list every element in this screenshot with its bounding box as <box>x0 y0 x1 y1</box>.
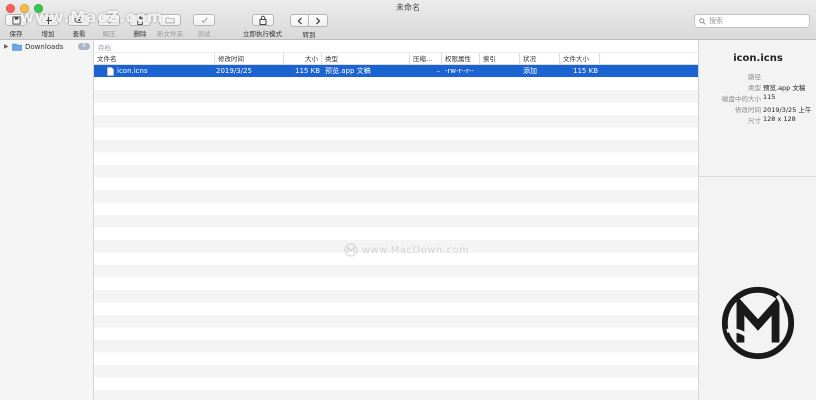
sidebar-count-badge: 0 <box>78 43 90 50</box>
disclosure-triangle-icon[interactable]: ▶ <box>4 43 11 50</box>
inspector-value: 128 x 128 <box>763 115 796 123</box>
inspector-row-path: 路径 <box>699 71 816 82</box>
chevron-left-icon <box>297 17 302 24</box>
instant-mode-button[interactable]: 立即执行模式 <box>243 14 282 38</box>
column-header-status[interactable]: 状况 <box>520 53 560 65</box>
back-button[interactable] <box>290 14 309 27</box>
inspector-key: 路径 <box>748 73 761 81</box>
file-file-size: 115 KB <box>573 67 598 75</box>
sidebar: ▶ Downloads 0 <box>0 40 94 400</box>
goto-control: 转到 <box>290 14 328 39</box>
extract-label: 解压 <box>102 30 116 38</box>
new-folder-label: 新文件夹 <box>157 30 183 38</box>
column-header-type[interactable]: 类型 <box>322 53 410 65</box>
file-compressed: – <box>436 67 441 75</box>
column-header-permissions[interactable]: 权限属性 <box>442 53 480 65</box>
column-header-name[interactable]: 文件名 <box>94 53 215 65</box>
chevron-right-icon <box>316 17 321 24</box>
inspector-divider <box>699 176 816 177</box>
lock-icon <box>251 14 274 26</box>
search-field[interactable] <box>694 14 810 28</box>
file-modified: 2019/3/25 <box>216 67 252 75</box>
sidebar-item-label: Downloads <box>25 42 64 51</box>
file-icon <box>107 65 114 77</box>
file-list: icon.icns 2019/3/25 115 KB 预览.app 文稿 – -… <box>94 65 698 400</box>
add-label: 增加 <box>41 30 55 38</box>
inspector-panel: icon.icns 路径 类型 预览.app 文稿 磁盘中的大小 115 修改时… <box>698 40 816 400</box>
table-header: 文件名 修改时间 大小 类型 压缩... 权限属性 索引 状况 文件大小 <box>94 52 698 65</box>
folder-icon <box>12 43 22 51</box>
file-index <box>483 65 519 77</box>
file-browser: 存档 文件名 修改时间 大小 类型 压缩... 权限属性 索引 状况 文件大小 … <box>94 40 698 400</box>
delete-label: 删除 <box>133 30 147 38</box>
inspector-row-type: 类型 预览.app 文稿 <box>699 82 816 93</box>
watermark-text: www.MacDown.com <box>362 244 470 256</box>
brand-logo-icon <box>721 286 795 360</box>
test-button[interactable]: 测试 <box>193 14 215 38</box>
search-input[interactable] <box>709 17 804 25</box>
inspector-key: 类型 <box>748 84 761 92</box>
instant-mode-label: 立即执行模式 <box>243 30 282 38</box>
inspector-row-disk-size: 磁盘中的大小 115 <box>699 93 816 104</box>
toolbar: 未命名 保存 增加 查看 解压 删除 新文件夹 测试 立即执行模式 转到 搜索 … <box>0 0 816 40</box>
column-header-size[interactable]: 大小 <box>284 53 322 65</box>
view-label: 查看 <box>72 30 86 38</box>
forward-button[interactable] <box>309 14 328 27</box>
inspector-key: 尺寸 <box>748 117 761 125</box>
search-icon <box>699 17 706 25</box>
file-status: 添加 <box>523 67 537 75</box>
column-header-file-size[interactable]: 文件大小 <box>560 53 600 65</box>
inspector-value: 115 <box>763 93 776 101</box>
column-header-compressed[interactable]: 压缩... <box>410 53 442 65</box>
inspector-key: 磁盘中的大小 <box>722 95 761 103</box>
column-header-index[interactable]: 索引 <box>480 53 520 65</box>
column-header-modified[interactable]: 修改时间 <box>215 53 284 65</box>
center-watermark: www.MacDown.com <box>344 243 469 257</box>
inspector-row-dimensions: 尺寸 128 x 128 <box>699 115 816 126</box>
top-watermark: www.MacZ.com <box>20 8 164 26</box>
inspector-value: 预览.app 文稿 <box>763 84 806 92</box>
save-label: 保存 <box>9 30 23 38</box>
archive-section-label: 存档 <box>98 44 111 52</box>
file-name: icon.icns <box>117 67 148 75</box>
inspector-row-modified: 修改时间 2019/3/25 上午 <box>699 104 816 115</box>
inspector-value: 2019/3/25 上午 <box>763 106 812 114</box>
test-label: 测试 <box>197 30 211 38</box>
sidebar-item-downloads[interactable]: ▶ Downloads 0 <box>4 41 92 52</box>
inspector-title: icon.icns <box>733 53 783 64</box>
file-type: 预览.app 文稿 <box>325 67 371 75</box>
goto-label: 转到 <box>302 31 316 39</box>
inspector-key: 修改时间 <box>735 106 761 114</box>
file-size: 115 KB <box>295 67 320 75</box>
watermark-logo-icon <box>344 243 358 257</box>
table-row[interactable]: icon.icns 2019/3/25 115 KB 预览.app 文稿 – -… <box>94 65 698 77</box>
test-icon <box>193 14 215 26</box>
file-permissions: -rw-r--r-- <box>445 67 474 75</box>
